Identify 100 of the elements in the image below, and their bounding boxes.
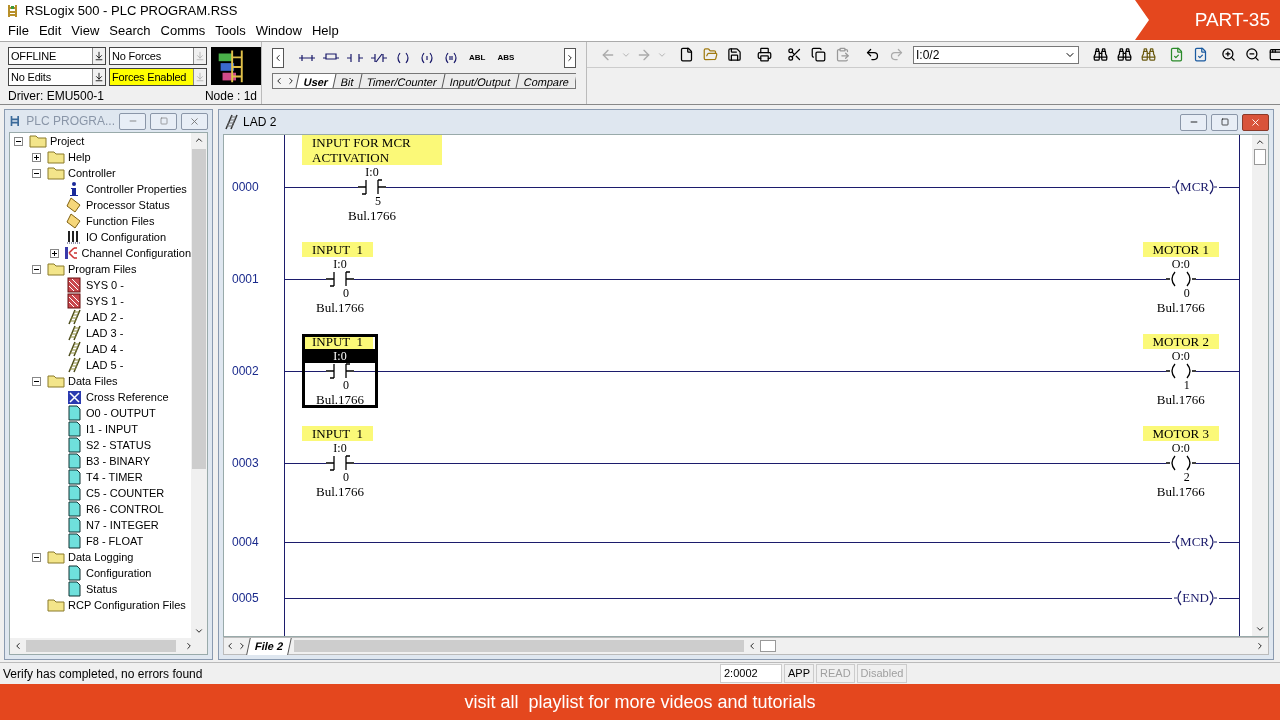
tree-item[interactable]: I1 - INPUT — [86, 420, 138, 438]
scroll-left-button[interactable] — [272, 48, 284, 68]
expand-icon[interactable] — [32, 152, 41, 162]
instruction-button[interactable]: ABL — [466, 52, 489, 64]
menu-item[interactable]: Edit — [33, 21, 67, 41]
tree-item[interactable]: N7 - INTEGER — [86, 516, 159, 534]
tree-item[interactable]: Processor Status — [86, 196, 170, 214]
data-file-icon — [67, 501, 81, 517]
menu-item[interactable]: Tools — [210, 21, 251, 41]
tab-scroll-left-icon[interactable] — [225, 641, 235, 651]
panel-title: PLC PROGRA... — [26, 113, 115, 130]
folder-icon — [29, 134, 47, 148]
mode-dropdown[interactable]: No Edits — [8, 68, 106, 86]
tree-item[interactable]: Data Logging — [68, 548, 134, 566]
collapse-icon[interactable] — [32, 168, 41, 178]
data-file-icon — [67, 517, 81, 533]
program-file-icon — [67, 277, 81, 293]
close-button[interactable] — [1242, 113, 1269, 131]
file-tab[interactable]: File 2 — [246, 637, 292, 655]
tree-item[interactable]: Function Files — [86, 212, 155, 230]
minimize-button[interactable] — [1180, 113, 1207, 131]
rung-number: 0005 — [232, 590, 259, 607]
latch-coil-icon[interactable] — [418, 52, 436, 64]
scroll-thumb[interactable] — [760, 640, 777, 652]
vertical-scrollbar[interactable] — [1252, 135, 1268, 636]
minimize-button[interactable] — [119, 112, 146, 130]
tree-item[interactable]: R6 - CONTROL — [86, 500, 164, 518]
palette-tab[interactable]: Input/Output — [441, 74, 519, 88]
tree-item[interactable]: Project — [50, 133, 85, 150]
mode-dropdown[interactable]: OFFLINE — [8, 47, 106, 65]
module-label: Bul.1766 — [315, 392, 366, 408]
tree-item[interactable]: S2 - STATUS — [86, 436, 151, 454]
tree-item[interactable]: Controller Properties — [86, 180, 187, 198]
data-file-icon — [67, 453, 81, 469]
tree-item[interactable]: F8 - FLOAT — [86, 532, 144, 550]
unlatch-coil-icon[interactable] — [442, 52, 460, 64]
tree-item[interactable]: Configuration — [86, 564, 152, 582]
tree-item[interactable]: Program Files — [68, 260, 137, 278]
status-field: APP — [784, 664, 814, 683]
coil-icon[interactable] — [394, 52, 412, 64]
tree-item[interactable]: Data Files — [68, 372, 118, 390]
restore-button[interactable] — [150, 112, 177, 130]
menu-item[interactable]: Search — [104, 21, 156, 41]
menu-item[interactable]: File — [3, 21, 34, 41]
tree-item[interactable]: SYS 0 - — [86, 276, 124, 294]
vertical-scrollbar[interactable] — [191, 133, 207, 638]
coil-bracket-icon — [1209, 179, 1217, 195]
closed-contact-icon[interactable] — [370, 52, 388, 64]
tree-item[interactable]: LAD 5 - — [86, 356, 124, 374]
tree-item[interactable]: LAD 4 - — [86, 340, 124, 358]
tab-scroll-left-icon[interactable] — [274, 76, 284, 86]
branch-icon[interactable] — [298, 52, 316, 64]
tree-item[interactable]: Status — [86, 580, 118, 598]
tree-item[interactable]: Cross Reference — [86, 388, 169, 406]
collapse-icon[interactable] — [32, 376, 41, 386]
tree-item[interactable]: IO Configuration — [86, 228, 167, 246]
menu-item[interactable]: Comms — [155, 21, 211, 41]
tab-scroll-right-icon[interactable] — [237, 641, 247, 651]
folder-icon — [47, 374, 65, 388]
bit-number: 5 — [375, 195, 381, 208]
restore-button[interactable] — [1211, 113, 1238, 131]
tree-item[interactable]: RCP Configuration Files — [68, 596, 186, 614]
scroll-right-button[interactable] — [564, 48, 576, 68]
tree-item[interactable]: O0 - OUTPUT — [86, 404, 156, 422]
palette-tab[interactable]: Timer/Counter — [358, 74, 445, 88]
tab-scroll-right-icon[interactable] — [286, 76, 296, 86]
bit-number: 0 — [343, 287, 349, 300]
menu-item[interactable]: Help — [306, 21, 344, 41]
module-label: Bul.1766 — [315, 300, 366, 316]
horizontal-scrollbar[interactable] — [10, 638, 207, 654]
folder-icon — [47, 550, 65, 564]
instruction-label: MOTOR 3 — [1142, 426, 1219, 441]
tree-item[interactable]: LAD 2 - — [86, 308, 124, 326]
close-button[interactable] — [181, 112, 208, 130]
address-label: O:0 — [1171, 349, 1190, 363]
address-combo[interactable]: I:0/2 — [913, 45, 1079, 64]
tree-item[interactable]: Help — [68, 148, 91, 166]
expand-icon[interactable] — [50, 248, 59, 258]
tree-item[interactable]: Channel Configuration — [81, 244, 191, 262]
ladder-file-icon — [223, 114, 239, 130]
tree-item[interactable]: T4 - TIMER — [86, 468, 143, 486]
palette-tab[interactable]: Bit — [333, 74, 362, 88]
contact-icon[interactable] — [346, 52, 364, 64]
instruction-button[interactable]: ABS — [494, 52, 518, 64]
tree-item[interactable]: B3 - BINARY — [86, 452, 150, 470]
logo-icon — [211, 47, 261, 85]
tree-item[interactable]: C5 - COUNTER — [86, 484, 165, 502]
collapse-icon[interactable] — [32, 552, 41, 562]
collapse-icon[interactable] — [14, 136, 23, 146]
ladder-window-title: LAD 2 — [243, 114, 278, 131]
module-label: Bul.1766 — [1155, 392, 1206, 408]
palette-tab[interactable]: User — [295, 74, 336, 88]
palette-tab[interactable]: Compare — [515, 74, 577, 88]
tree-item[interactable]: LAD 3 - — [86, 324, 124, 342]
scroll-thumb[interactable] — [1254, 149, 1266, 165]
tree-item[interactable]: Controller — [68, 164, 116, 182]
collapse-icon[interactable] — [32, 264, 41, 274]
menu-item[interactable]: View — [66, 21, 105, 41]
tree-item[interactable]: SYS 1 - — [86, 292, 124, 310]
menu-item[interactable]: Window — [250, 21, 307, 41]
